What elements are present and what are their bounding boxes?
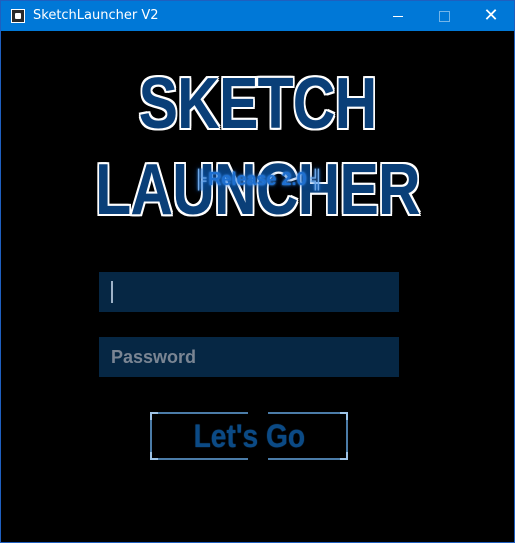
close-icon: ✕ <box>483 5 499 26</box>
button-corner-bottom-left <box>150 452 158 460</box>
title-bar[interactable]: SketchLauncher V2 ✕ <box>1 1 514 31</box>
button-corner-bottom-right <box>340 452 348 460</box>
button-corner-top-left <box>150 412 158 420</box>
lets-go-button[interactable]: Let's Go <box>150 411 348 463</box>
text-caret <box>111 281 113 303</box>
maximize-button[interactable] <box>421 1 467 31</box>
username-input[interactable] <box>99 272 399 312</box>
release-version-text: Release 2.0 <box>208 169 307 189</box>
minimize-button[interactable] <box>375 1 421 31</box>
release-label: ╠ Release 2.0 ╣ <box>1 169 514 190</box>
app-logo-title: SKETCH LAUNCHER <box>95 64 421 230</box>
release-bar-left: ╠ <box>193 169 207 189</box>
lets-go-label: Let's Go <box>193 417 305 454</box>
button-corner-top-right <box>340 412 348 420</box>
password-input[interactable] <box>99 337 399 377</box>
close-button[interactable]: ✕ <box>468 1 514 31</box>
window-title: SketchLauncher V2 <box>33 8 159 23</box>
release-bar-right: ╣ <box>310 169 324 189</box>
launcher-window: SketchLauncher V2 ✕ SKETCH LAUNCHER ╠ Rel… <box>0 0 515 543</box>
app-icon <box>11 9 25 23</box>
minimize-icon <box>393 15 403 17</box>
maximize-icon <box>438 10 450 22</box>
